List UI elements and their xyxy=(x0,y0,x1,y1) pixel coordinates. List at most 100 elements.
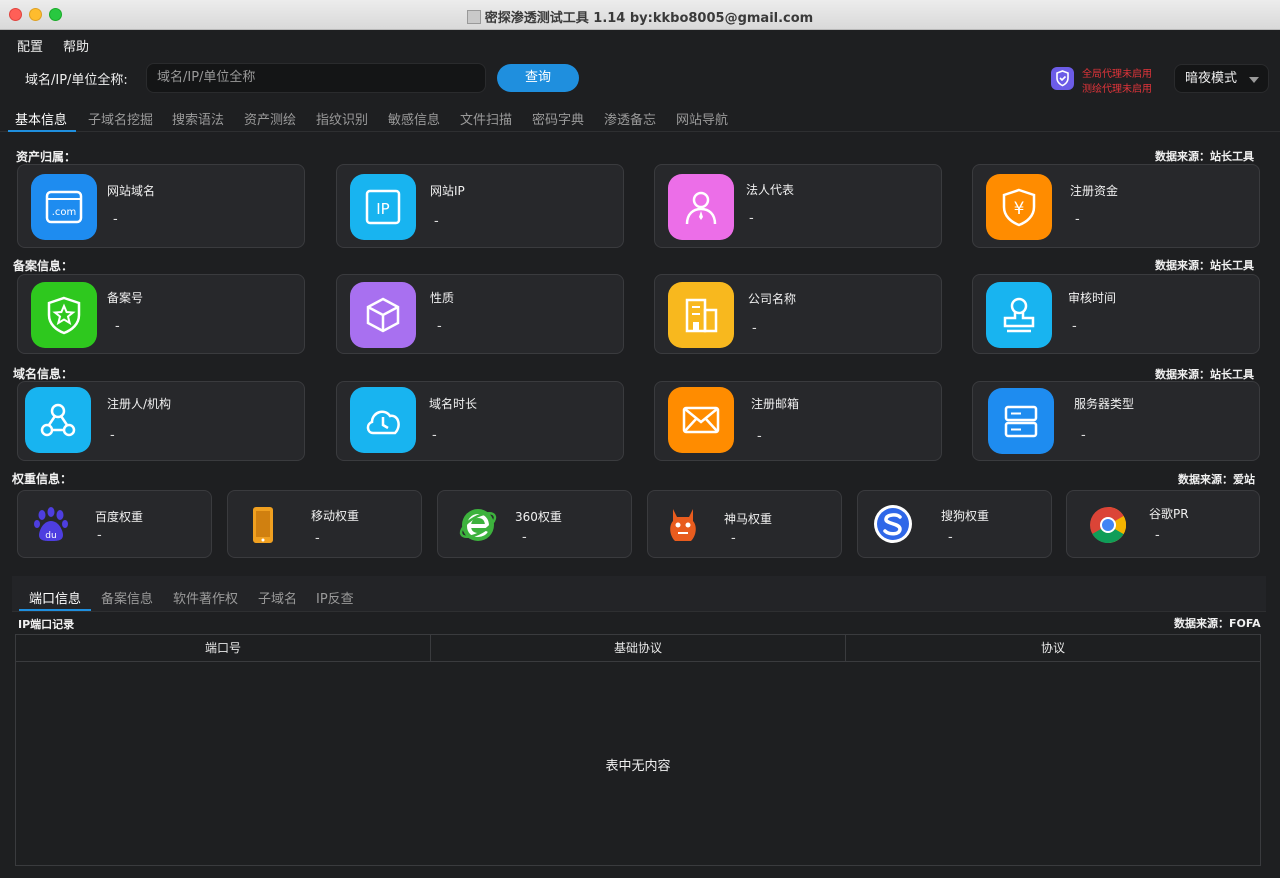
tab-file-scan[interactable]: 文件扫描 xyxy=(460,109,512,128)
tab-password-dict[interactable]: 密码字典 xyxy=(532,109,584,128)
tab-port-info[interactable]: 端口信息 xyxy=(29,588,81,607)
card-title: 神马权重 xyxy=(724,512,773,526)
card-title: 360权重 xyxy=(515,510,562,524)
ip-icon: IP xyxy=(350,174,416,240)
card-title: 网站IP xyxy=(430,184,465,198)
asset-section-label: 资产归属： xyxy=(16,150,77,164)
tab-subdomain[interactable]: 子域名挖掘 xyxy=(88,109,153,128)
tab-subdomains[interactable]: 子域名 xyxy=(258,588,297,607)
tab-software-copyright[interactable]: 软件著作权 xyxy=(173,588,238,607)
tab-basic-info[interactable]: 基本信息 xyxy=(15,109,67,128)
card-value: - xyxy=(731,531,736,546)
card-value: - xyxy=(315,531,320,546)
yen-shield-icon: ¥ xyxy=(986,174,1052,240)
weight-section-label: 权重信息： xyxy=(12,472,73,486)
menu-config[interactable]: 配置 xyxy=(17,36,43,55)
icp-section-label: 备案信息： xyxy=(13,259,74,273)
stamp-icon xyxy=(986,282,1052,348)
card-title: 域名时长 xyxy=(429,397,478,411)
card-360-weight: 360权重 - xyxy=(437,490,632,558)
chrome-icon xyxy=(1090,507,1127,543)
card-title: 注册资金 xyxy=(1070,184,1119,198)
tab-fingerprint[interactable]: 指纹识别 xyxy=(316,109,368,128)
menu-bar: 配置 帮助 xyxy=(0,31,1280,57)
column-base-protocol[interactable]: 基础协议 xyxy=(431,635,846,662)
query-button[interactable]: 查询 xyxy=(497,64,579,92)
card-google-pr: 谷歌PR - xyxy=(1066,490,1260,558)
baidu-paw-icon: du xyxy=(34,507,68,541)
card-title: 性质 xyxy=(430,291,455,305)
domain-source-label: 数据来源：站长工具 xyxy=(1155,368,1254,381)
card-value: - xyxy=(110,428,115,443)
chevron-down-icon xyxy=(1249,77,1259,83)
card-title: 注册邮箱 xyxy=(751,397,800,411)
card-title: 法人代表 xyxy=(746,183,795,197)
card-value: - xyxy=(1072,319,1077,334)
tab-ip-reverse[interactable]: IP反查 xyxy=(316,588,354,607)
domain-icon: .com xyxy=(31,174,97,240)
port-table: 端口号 基础协议 协议 表中无内容 xyxy=(15,634,1261,866)
test-proxy-status: 测绘代理未启用 xyxy=(1082,84,1152,95)
server-icon xyxy=(988,388,1054,454)
card-sogou-weight: 搜狗权重 - xyxy=(857,490,1052,558)
card-value: - xyxy=(115,319,120,334)
weight-source-label: 数据来源：爱站 xyxy=(1178,473,1255,486)
table-header: 端口号 基础协议 协议 xyxy=(16,635,1260,662)
cube-icon xyxy=(350,282,416,348)
tab-asset-mapping[interactable]: 资产测绘 xyxy=(244,109,296,128)
clock-cloud-icon xyxy=(350,387,416,453)
star-shield-icon xyxy=(31,282,97,348)
card-title: 服务器类型 xyxy=(1074,397,1135,411)
column-port[interactable]: 端口号 xyxy=(16,635,431,662)
tab-pentest-notes[interactable]: 渗透备忘 xyxy=(604,109,656,128)
proxy-shield-icon[interactable] xyxy=(1051,67,1074,90)
card-value: - xyxy=(113,212,118,227)
details-panel: 端口信息 备案信息 软件著作权 子域名 IP反查 IP端口记录 数据来源：FOF… xyxy=(12,576,1266,872)
tab-sensitive-info[interactable]: 敏感信息 xyxy=(388,109,440,128)
tab-search-syntax[interactable]: 搜索语法 xyxy=(172,109,224,128)
app-icon xyxy=(466,10,481,24)
global-proxy-status: 全局代理未启用 xyxy=(1082,69,1152,80)
card-title: 移动权重 xyxy=(311,509,360,523)
card-nature: 性质 - xyxy=(336,274,624,354)
fofa-source-label: 数据来源：FOFA xyxy=(1174,617,1261,630)
card-company-name: 公司名称 - xyxy=(654,274,942,354)
card-value: - xyxy=(437,319,442,334)
card-baidu-weight: du 百度权重 - xyxy=(17,490,212,558)
card-value: - xyxy=(757,429,762,444)
svg-text:du: du xyxy=(45,531,56,541)
card-value: - xyxy=(434,214,439,229)
network-icon xyxy=(25,387,91,453)
person-icon xyxy=(668,174,734,240)
empty-table-message: 表中无内容 xyxy=(605,759,671,774)
svg-text:IP: IP xyxy=(376,200,389,218)
card-website-ip: IP 网站IP - xyxy=(336,164,624,248)
card-domain-age: 域名时长 - xyxy=(336,381,624,461)
shenma-icon xyxy=(670,509,696,541)
building-icon xyxy=(668,282,734,348)
menu-help[interactable]: 帮助 xyxy=(63,36,89,55)
card-title: 搜狗权重 xyxy=(941,509,990,523)
search-input[interactable]: 域名/IP/单位全称 xyxy=(146,63,486,93)
card-value: - xyxy=(752,321,757,336)
card-mobile-weight: 移动权重 - xyxy=(227,490,422,558)
svg-text:.com: .com xyxy=(52,207,77,218)
card-value: - xyxy=(948,530,953,545)
card-value: - xyxy=(1081,428,1086,443)
tab-site-nav[interactable]: 网站导航 xyxy=(676,109,728,128)
card-title: 谷歌PR xyxy=(1149,507,1189,521)
window-title-text: 密探渗透测试工具 1.14 by:kkbo8005@gmail.com xyxy=(484,11,814,26)
card-title: 注册人/机构 xyxy=(107,397,172,411)
detail-tabs: 端口信息 备案信息 软件著作权 子域名 IP反查 xyxy=(12,576,1266,612)
card-website-domain: .com 网站域名 - xyxy=(17,164,305,248)
card-value: - xyxy=(1155,528,1160,543)
tab-icp-info[interactable]: 备案信息 xyxy=(101,588,153,607)
card-registrant: 注册人/机构 - xyxy=(17,381,305,461)
app-window: 密探渗透测试工具 1.14 by:kkbo8005@gmail.com 配置 帮… xyxy=(0,0,1280,878)
column-protocol[interactable]: 协议 xyxy=(846,635,1260,662)
svg-text:¥: ¥ xyxy=(1014,199,1025,219)
card-value: - xyxy=(432,428,437,443)
card-icp-number: 备案号 - xyxy=(17,274,305,354)
theme-select[interactable]: 暗夜模式 xyxy=(1174,64,1269,93)
card-legal-rep: 法人代表 - xyxy=(654,164,942,248)
